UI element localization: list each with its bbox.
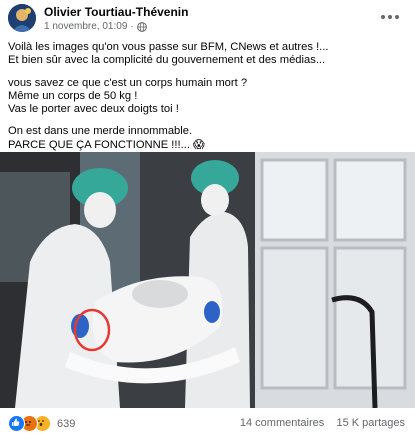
author-avatar[interactable] [8,4,36,32]
post-line: vous savez ce que c'est un corps humain … [8,76,248,89]
globe-icon [136,21,147,32]
reaction-summary[interactable]: 639 [8,415,75,432]
post-line: Voilà les images qu'on vous passe sur BF… [8,41,329,53]
post-text: Voilà les images qu'on vous passe sur BF… [8,41,408,152]
post-header: Olivier Tourtiau-Thévenin 1 novembre, 01… [0,0,415,36]
post-line: Vas le porter avec deux doigts toi ! [8,103,179,116]
post-line: Même un corps de 50 kg ! [8,89,138,102]
post-line: Et bien sûr avec la complicité du gouver… [8,54,326,67]
post-footer: 639 14 commentaires 15 K partages [0,408,415,436]
post-timestamp[interactable]: 1 novembre, 01:09 [44,21,127,32]
reaction-count: 639 [57,417,76,430]
meta-separator: · [130,21,134,32]
shares-count[interactable]: 15 K partages [337,417,406,429]
post-line: On est dans une merde innommable. [8,125,193,138]
engagement-stats: 14 commentaires 15 K partages [240,417,405,429]
author-name[interactable]: Olivier Tourtiau-Thévenin [44,5,188,19]
like-icon [8,415,25,432]
comments-count[interactable]: 14 commentaires [240,417,324,429]
post-meta: 1 novembre, 01:09 · [44,21,147,32]
post-photo[interactable] [0,152,415,408]
post-line: PARCE QUE ÇA FONCTIONNE !!!... 😱 [8,138,205,151]
more-options-icon[interactable] [379,10,401,24]
